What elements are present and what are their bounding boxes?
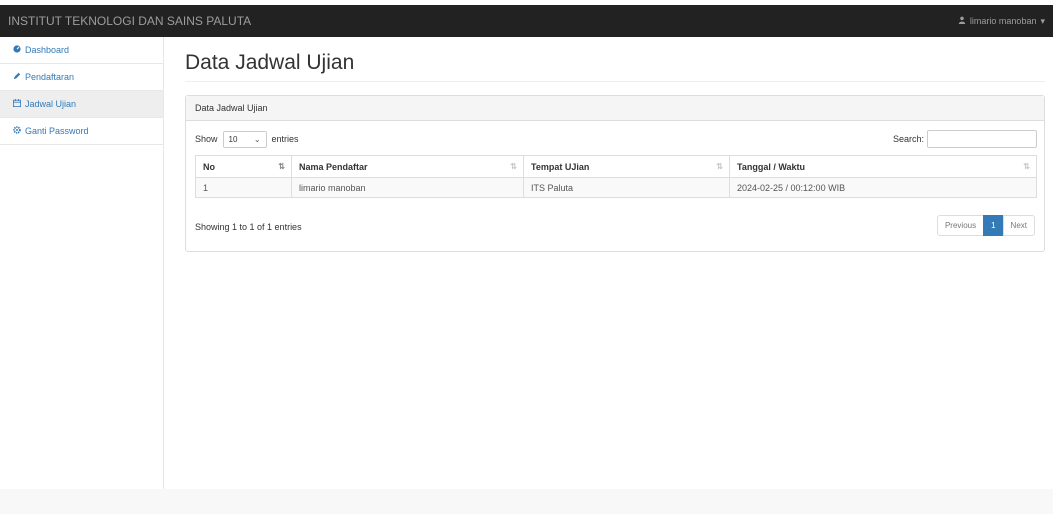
entries-select-value: 10 <box>228 134 238 144</box>
table-controls: Show 10 ⌄ entries Search: <box>195 129 1037 149</box>
pencil-icon <box>13 72 21 82</box>
schedule-table: No ⇅ Nama Pendaftar ⇅ Tempat UJian ⇅ Tan… <box>195 155 1037 198</box>
column-label: Tanggal / Waktu <box>737 161 806 172</box>
sort-icon: ⇅ <box>510 162 517 171</box>
sidebar-item-label: Pendaftaran <box>25 72 75 82</box>
main-content: Data Jadwal Ujian Data Jadwal Ujian Show… <box>165 37 1053 489</box>
column-header-tanggal[interactable]: Tanggal / Waktu ⇅ <box>729 155 1037 178</box>
column-label: No <box>203 161 215 172</box>
search-control: Search: <box>893 130 1037 148</box>
top-navbar: INSTITUT TEKNOLOGI DAN SAINS PALUTA lima… <box>0 5 1053 37</box>
schedule-panel: Data Jadwal Ujian Show 10 ⌄ entries Sear… <box>185 95 1045 252</box>
sidebar-item-label: Ganti Password <box>25 126 89 136</box>
cell-no: 1 <box>195 177 292 198</box>
user-icon <box>958 16 966 26</box>
search-input[interactable] <box>927 130 1037 148</box>
page-1-button[interactable]: 1 <box>983 215 1004 236</box>
sidebar-item-ganti-password[interactable]: Ganti Password <box>0 118 163 145</box>
sort-asc-icon: ⇅ <box>278 162 285 171</box>
search-label: Search: <box>892 134 924 144</box>
table-header-row: No ⇅ Nama Pendaftar ⇅ Tempat UJian ⇅ Tan… <box>195 155 1037 178</box>
cell-tempat: ITS Paluta <box>523 177 730 198</box>
gear-icon <box>13 126 21 136</box>
entries-select[interactable]: 10 ⌄ <box>222 130 267 148</box>
sidebar-item-label: Jadwal Ujian <box>25 99 77 109</box>
cell-nama: limario manoban <box>291 177 524 198</box>
column-header-nama[interactable]: Nama Pendaftar ⇅ <box>291 155 524 178</box>
column-label: Nama Pendaftar <box>299 161 368 172</box>
previous-button[interactable]: Previous <box>936 215 985 236</box>
column-header-tempat[interactable]: Tempat UJian ⇅ <box>523 155 730 178</box>
sidebar-item-pendaftaran[interactable]: Pendaftaran <box>0 64 163 91</box>
table-row[interactable]: 1 limario manoban ITS Paluta 2024-02-25 … <box>195 177 1037 198</box>
user-name: limario manoban <box>969 16 1037 26</box>
show-label: Show <box>195 134 218 144</box>
brand-title[interactable]: INSTITUT TEKNOLOGI DAN SAINS PALUTA <box>8 14 251 28</box>
calendar-icon <box>13 99 21 109</box>
dashboard-icon <box>13 45 21 55</box>
panel-heading: Data Jadwal Ujian <box>186 96 1044 121</box>
title-divider <box>185 81 1045 82</box>
sort-icon: ⇅ <box>716 162 723 171</box>
sort-icon: ⇅ <box>1023 162 1030 171</box>
column-label: Tempat UJian <box>531 161 590 172</box>
page-title: Data Jadwal Ujian <box>185 51 355 74</box>
sidebar-item-jadwal-ujian[interactable]: Jadwal Ujian <box>0 91 163 118</box>
next-button[interactable]: Next <box>1002 215 1035 236</box>
column-header-no[interactable]: No ⇅ <box>195 155 292 178</box>
cell-tanggal: 2024-02-25 / 00:12:00 WIB <box>729 177 1037 198</box>
sidebar-item-label: Dashboard <box>25 45 70 55</box>
sidebar-item-dashboard[interactable]: Dashboard <box>0 37 163 64</box>
entries-label: entries <box>271 134 299 144</box>
sidebar: Dashboard Pendaftaran Jadwal Ujian Ganti… <box>0 37 164 489</box>
pagination: Previous 1 Next <box>936 215 1035 236</box>
entries-length-control: Show 10 ⌄ entries <box>195 130 299 148</box>
bottom-bar <box>0 489 1053 514</box>
chevron-down-icon: ⌄ <box>253 134 261 144</box>
table-info: Showing 1 to 1 of 1 entries <box>195 222 302 232</box>
user-menu[interactable]: limario manoban ▾ <box>958 16 1045 27</box>
caret-down-icon: ▾ <box>1040 15 1045 26</box>
